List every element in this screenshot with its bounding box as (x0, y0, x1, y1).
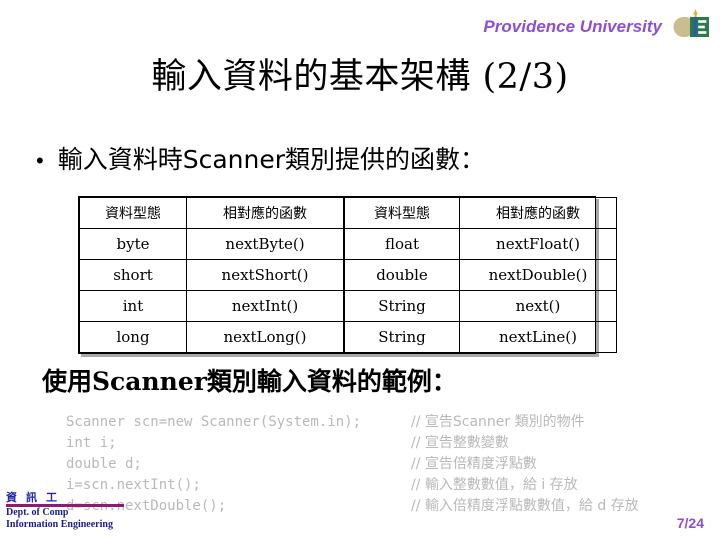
cell-method: nextDouble() (459, 259, 617, 291)
table-row: long nextLong() String nextLine() (79, 321, 617, 353)
department-name-cn: 資訊工 (6, 491, 66, 504)
column-header-type-1: 資料型態 (79, 197, 187, 229)
table-body: 資料型態 相對應的函數 資料型態 相對應的函數 byte nextByte() … (79, 197, 617, 353)
cell-method: nextShort() (186, 259, 345, 291)
cell-type: short (79, 259, 187, 291)
code-comment: // 宣告倍精度浮點數 (411, 456, 537, 472)
brand-title: Providence University (483, 17, 662, 36)
code-comment: // 輸入倍精度浮點數數值，給 d 存放 (411, 498, 639, 514)
code-line: int i; // 宣告整數變數 (66, 433, 686, 454)
cell-type: double (343, 259, 460, 291)
code-line: d=scn.nextDouble(); // 輸入倍精度浮點數數值，給 d 存放 (66, 496, 686, 517)
page-number: 7/24 (676, 515, 704, 531)
cell-type: String (343, 290, 460, 322)
cell-type: int (79, 290, 187, 322)
department-name-en-line2: Information Engineering (6, 519, 113, 530)
code-comment: // 宣告Scanner 類別的物件 (411, 414, 585, 430)
code-line: Scanner scn=new Scanner(System.in); // 宣… (66, 412, 686, 433)
cell-method: nextLine() (459, 321, 617, 353)
cell-type: float (343, 228, 460, 260)
providence-university-crest-icon (668, 8, 712, 46)
page-title: 輸入資料的基本架構 (2/3) (151, 57, 569, 97)
example-caption: 使用Scanner類別輸入資料的範例： (42, 367, 457, 396)
code-source: int i; (66, 435, 117, 451)
bullet-marker-icon: • (36, 148, 44, 173)
table-row: short nextShort() double nextDouble() (79, 259, 617, 291)
department-name-en-line1: Dept. of Comp (6, 507, 69, 518)
code-line: i=scn.nextInt(); // 輸入整數數值，給 i 存放 (66, 475, 686, 496)
code-comment: // 輸入整數數值，給 i 存放 (411, 477, 578, 493)
code-source: Scanner scn=new Scanner(System.in); (66, 414, 362, 430)
code-sample: Scanner scn=new Scanner(System.in); // 宣… (66, 412, 686, 517)
table-row: byte nextByte() float nextFloat() (79, 228, 617, 260)
cell-type: long (79, 321, 187, 353)
cell-method: nextLong() (186, 321, 345, 353)
scanner-method-table: 資料型態 相對應的函數 資料型態 相對應的函數 byte nextByte() … (78, 196, 617, 354)
cell-type: byte (79, 228, 187, 260)
code-source: double d; (66, 456, 142, 472)
cell-method: nextFloat() (459, 228, 617, 260)
slide-header: Providence University (483, 8, 712, 46)
bullet-text: 輸入資料時Scanner類別提供的函數： (57, 145, 485, 174)
column-header-type-2: 資料型態 (343, 197, 460, 229)
column-header-method-1: 相對應的函數 (186, 197, 345, 229)
column-header-method-2: 相對應的函數 (459, 197, 617, 229)
table-row: int nextInt() String next() (79, 290, 617, 322)
department-logo: 資訊工 Dept. of Comp Information Engineerin… (6, 489, 156, 531)
cell-type: String (343, 321, 460, 353)
cell-method: next() (459, 290, 617, 322)
cell-method: nextInt() (186, 290, 345, 322)
table-header-row: 資料型態 相對應的函數 資料型態 相對應的函數 (79, 197, 617, 229)
code-comment: // 宣告整數變數 (411, 435, 509, 451)
cell-method: nextByte() (186, 228, 345, 260)
code-line: double d; // 宣告倍精度浮點數 (66, 454, 686, 475)
bullet-line: • 輸入資料時Scanner類別提供的函數： (36, 140, 485, 176)
